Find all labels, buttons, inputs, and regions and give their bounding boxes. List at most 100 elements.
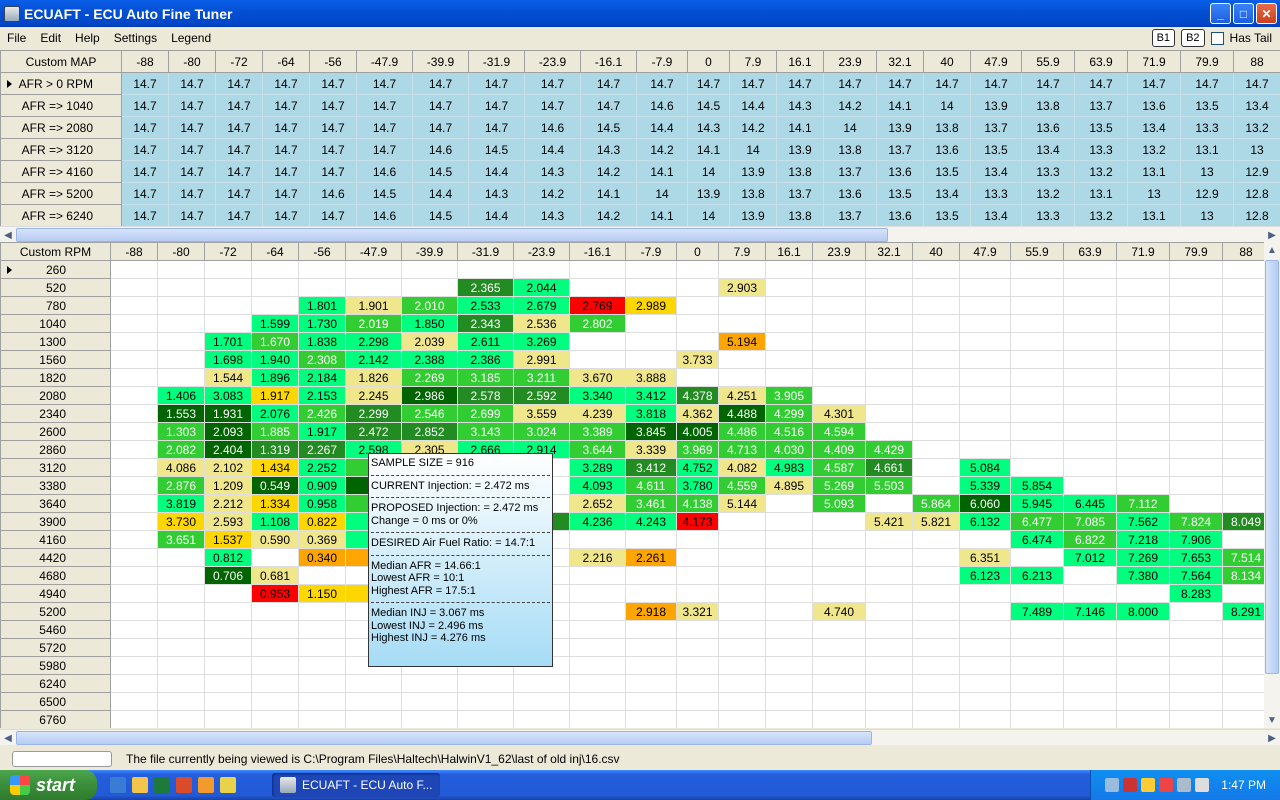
injection-cell-empty[interactable] <box>676 638 719 657</box>
injection-cell-empty[interactable] <box>1063 314 1117 333</box>
injection-cell-empty[interactable] <box>959 602 1011 621</box>
injection-cell-empty[interactable] <box>765 260 813 279</box>
injection-cell[interactable]: 4.516 <box>765 422 813 441</box>
injection-cell-empty[interactable] <box>676 566 719 585</box>
afr-cell[interactable]: 14.7 <box>309 204 357 226</box>
injection-cell-empty[interactable] <box>765 602 813 621</box>
injection-cell-empty[interactable] <box>912 692 960 711</box>
afr-cell[interactable]: 14.2 <box>524 182 581 205</box>
rpm-row-header[interactable]: 6240 <box>0 674 111 693</box>
injection-cell-empty[interactable] <box>959 656 1011 675</box>
afr-cell[interactable]: 14.3 <box>468 182 525 205</box>
injection-cell-empty[interactable] <box>1222 440 1270 459</box>
afr-cell[interactable]: 14.5 <box>412 160 469 183</box>
afr-cell[interactable]: 13.9 <box>876 116 924 139</box>
injection-cell-empty[interactable] <box>157 674 205 693</box>
injection-cell-empty[interactable] <box>204 278 252 297</box>
injection-cell-empty[interactable] <box>1116 584 1170 603</box>
rpm-vscroll-thumb[interactable] <box>1265 260 1279 674</box>
injection-cell[interactable]: 2.991 <box>513 350 570 369</box>
afr-cell[interactable]: 14.4 <box>524 138 581 161</box>
injection-cell-empty[interactable] <box>569 566 626 585</box>
injection-cell-empty[interactable] <box>1010 620 1064 639</box>
injection-cell-empty[interactable] <box>110 674 158 693</box>
injection-cell[interactable]: 7.824 <box>1169 512 1223 531</box>
scroll-right-icon[interactable]: ▶ <box>1264 227 1280 243</box>
afr-cell[interactable]: 14.7 <box>262 204 310 226</box>
injection-cell-empty[interactable] <box>204 602 252 621</box>
injection-cell-empty[interactable] <box>1063 638 1117 657</box>
injection-cell-empty[interactable] <box>110 332 158 351</box>
injection-cell-empty[interactable] <box>110 692 158 711</box>
injection-cell[interactable]: 7.269 <box>1116 548 1170 567</box>
injection-cell-empty[interactable] <box>676 656 719 675</box>
map-column-header[interactable]: 32.1 <box>876 50 924 73</box>
injection-cell-empty[interactable] <box>676 674 719 693</box>
injection-cell-empty[interactable] <box>298 278 346 297</box>
injection-cell[interactable]: 4.752 <box>676 458 719 477</box>
injection-cell[interactable]: 2.989 <box>625 296 677 315</box>
injection-cell-empty[interactable] <box>110 296 158 315</box>
injection-cell[interactable]: 2.076 <box>251 404 299 423</box>
afr-cell[interactable]: 13.3 <box>1074 138 1128 161</box>
injection-cell-empty[interactable] <box>1010 386 1064 405</box>
menu-settings[interactable]: Settings <box>107 31 164 45</box>
app-shortcut-icon[interactable] <box>198 777 214 793</box>
afr-cell[interactable]: 13.7 <box>876 138 924 161</box>
injection-cell-empty[interactable] <box>298 674 346 693</box>
injection-cell-empty[interactable] <box>1222 656 1270 675</box>
afr-cell[interactable]: 13.1 <box>1074 182 1128 205</box>
injection-cell-empty[interactable] <box>298 656 346 675</box>
rpm-column-header[interactable]: 23.9 <box>812 242 866 261</box>
injection-cell[interactable]: 0.681 <box>251 566 299 585</box>
injection-cell-empty[interactable] <box>1116 422 1170 441</box>
rpm-column-header[interactable]: -47.9 <box>345 242 402 261</box>
afr-cell[interactable]: 13.7 <box>970 116 1022 139</box>
injection-cell-empty[interactable] <box>718 620 766 639</box>
injection-cell-empty[interactable] <box>912 638 960 657</box>
injection-cell-empty[interactable] <box>912 476 960 495</box>
rpm-row-header[interactable]: 6760 <box>0 710 111 728</box>
afr-cell[interactable]: 13.1 <box>1127 160 1181 183</box>
afr-cell[interactable]: 13.4 <box>1127 116 1181 139</box>
injection-cell-empty[interactable] <box>1063 674 1117 693</box>
rpm-row-header[interactable]: 1040 <box>0 314 111 333</box>
injection-cell-empty[interactable] <box>959 620 1011 639</box>
injection-cell-empty[interactable] <box>1010 548 1064 567</box>
injection-cell-empty[interactable] <box>157 584 205 603</box>
injection-cell-empty[interactable] <box>298 260 346 279</box>
injection-cell-empty[interactable] <box>110 656 158 675</box>
injection-cell-empty[interactable] <box>110 512 158 531</box>
rpm-row-header[interactable]: 2340 <box>0 404 111 423</box>
injection-cell-empty[interactable] <box>718 710 766 728</box>
injection-cell[interactable]: 2.611 <box>457 332 514 351</box>
injection-cell[interactable]: 3.818 <box>625 404 677 423</box>
injection-cell[interactable]: 0.369 <box>298 530 346 549</box>
injection-cell-empty[interactable] <box>912 332 960 351</box>
injection-cell-empty[interactable] <box>1010 656 1064 675</box>
afr-cell[interactable]: 14.7 <box>121 116 169 139</box>
rpm-row-header[interactable]: 5460 <box>0 620 111 639</box>
map-column-header[interactable]: -64 <box>262 50 310 73</box>
injection-cell-empty[interactable] <box>157 368 205 387</box>
injection-cell[interactable]: 4.082 <box>718 458 766 477</box>
afr-cell[interactable]: 12.9 <box>1233 160 1280 183</box>
afr-cell[interactable]: 14.7 <box>215 204 263 226</box>
injection-cell-empty[interactable] <box>569 332 626 351</box>
injection-cell[interactable]: 7.564 <box>1169 566 1223 585</box>
injection-cell[interactable]: 1.850 <box>401 314 458 333</box>
injection-cell-empty[interactable] <box>401 278 458 297</box>
injection-cell[interactable]: 3.339 <box>625 440 677 459</box>
afr-cell[interactable]: 14.7 <box>687 72 730 95</box>
injection-cell[interactable]: 4.429 <box>865 440 913 459</box>
injection-cell-empty[interactable] <box>1169 332 1223 351</box>
afr-cell[interactable]: 14.7 <box>309 94 357 117</box>
injection-cell[interactable]: 5.821 <box>912 512 960 531</box>
injection-cell-empty[interactable] <box>959 296 1011 315</box>
scroll-up-icon[interactable]: ▲ <box>1264 242 1280 258</box>
map-column-header[interactable]: 55.9 <box>1021 50 1075 73</box>
injection-cell-empty[interactable] <box>912 656 960 675</box>
injection-cell-empty[interactable] <box>625 710 677 728</box>
injection-cell-empty[interactable] <box>625 692 677 711</box>
afr-cell[interactable]: 14.7 <box>262 160 310 183</box>
